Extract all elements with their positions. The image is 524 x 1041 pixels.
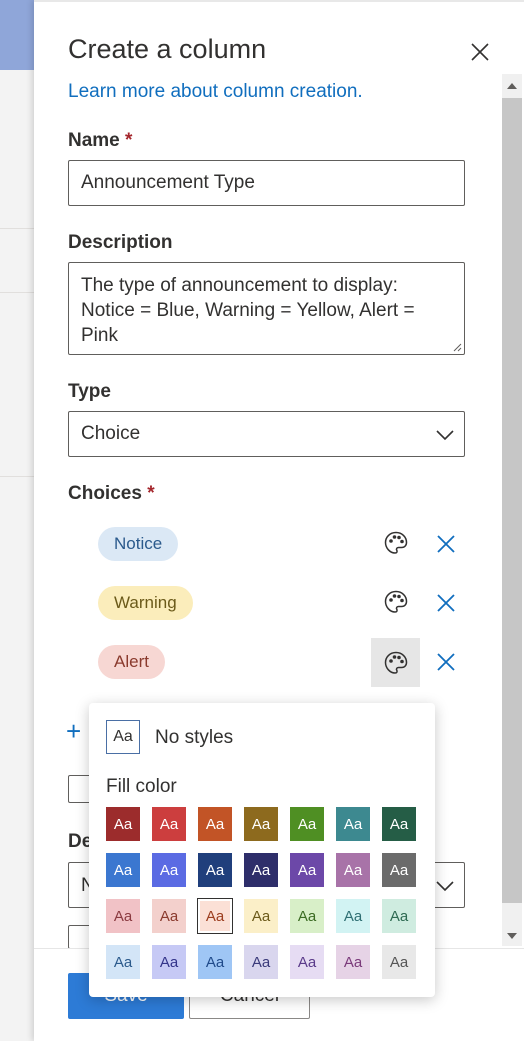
panel-title: Create a column bbox=[68, 34, 267, 64]
panel-top-edge bbox=[34, 0, 524, 2]
backdrop-divider bbox=[0, 476, 34, 477]
fill-color-swatch[interactable]: Aa bbox=[152, 807, 186, 841]
backdrop-accent bbox=[0, 0, 34, 70]
choice-pill-warning[interactable]: Warning bbox=[98, 586, 193, 620]
fill-color-swatch[interactable]: Aa bbox=[198, 945, 232, 979]
fill-color-swatch[interactable]: Aa bbox=[152, 945, 186, 979]
close-icon[interactable] bbox=[468, 40, 492, 64]
remove-choice-icon[interactable] bbox=[434, 591, 458, 615]
fill-color-swatch[interactable]: Aa bbox=[382, 807, 416, 841]
fill-color-label: Fill color bbox=[106, 776, 177, 797]
fill-color-swatch[interactable]: Aa bbox=[336, 945, 370, 979]
type-dropdown[interactable]: Choice bbox=[68, 411, 465, 457]
remove-choice-icon[interactable] bbox=[434, 532, 458, 556]
description-textarea[interactable]: The type of announcement to display: Not… bbox=[68, 262, 465, 355]
fill-color-swatch[interactable]: Aa bbox=[290, 853, 324, 887]
backdrop-divider bbox=[0, 228, 34, 229]
name-input[interactable]: Announcement Type bbox=[68, 160, 465, 206]
scrollbar[interactable] bbox=[502, 74, 522, 946]
fill-color-swatch[interactable]: Aa bbox=[152, 899, 186, 933]
required-marker: * bbox=[147, 483, 155, 504]
chevron-down-icon[interactable] bbox=[434, 424, 456, 446]
page-backdrop bbox=[0, 0, 34, 1041]
fill-color-swatch[interactable]: Aa bbox=[244, 945, 278, 979]
fill-color-swatch[interactable]: Aa bbox=[152, 853, 186, 887]
scroll-up-icon[interactable] bbox=[507, 82, 517, 90]
fill-color-swatch[interactable]: Aa bbox=[382, 945, 416, 979]
fill-color-swatch[interactable]: Aa bbox=[244, 853, 278, 887]
description-label: Description bbox=[68, 232, 173, 253]
add-choice-icon[interactable]: + bbox=[66, 716, 81, 747]
fill-color-swatch[interactable]: Aa bbox=[106, 807, 140, 841]
no-styles-label[interactable]: No styles bbox=[155, 727, 233, 749]
fill-color-swatch[interactable]: Aa bbox=[106, 899, 140, 933]
fill-color-swatch[interactable]: Aa bbox=[197, 898, 233, 934]
fill-color-swatch[interactable]: Aa bbox=[106, 853, 140, 887]
fill-color-swatch[interactable]: Aa bbox=[336, 853, 370, 887]
scrollbar-thumb[interactable] bbox=[502, 98, 522, 903]
learn-more-link[interactable]: Learn more about column creation. bbox=[68, 81, 363, 103]
fill-color-swatch[interactable]: Aa bbox=[198, 853, 232, 887]
fill-color-swatch[interactable]: Aa bbox=[106, 945, 140, 979]
fill-color-swatch[interactable]: Aa bbox=[290, 945, 324, 979]
fill-color-swatch[interactable]: Aa bbox=[244, 807, 278, 841]
choices-label: Choices * bbox=[68, 483, 155, 505]
fill-color-swatch[interactable]: Aa bbox=[290, 899, 324, 933]
description-value: The type of announcement to display: Not… bbox=[81, 275, 415, 346]
choice-pill-alert[interactable]: Alert bbox=[98, 645, 165, 679]
color-picker-popup: Aa No styles Fill color Aa Aa Aa Aa Aa Aa Aa Aa… bbox=[89, 703, 435, 997]
remove-choice-icon[interactable] bbox=[434, 650, 458, 674]
chevron-down-icon bbox=[436, 881, 454, 892]
palette-icon[interactable] bbox=[378, 584, 414, 620]
required-marker: * bbox=[125, 130, 133, 151]
scroll-down-icon[interactable] bbox=[507, 932, 517, 940]
type-dropdown-value: Choice bbox=[81, 423, 141, 444]
fill-color-swatch[interactable]: Aa bbox=[244, 899, 278, 933]
choice-pill-notice[interactable]: Notice bbox=[98, 527, 179, 561]
fill-color-swatch[interactable]: Aa bbox=[336, 807, 370, 841]
choices-label-text: Choices bbox=[68, 483, 142, 504]
name-label-text: Name bbox=[68, 130, 120, 151]
fill-color-swatch[interactable]: Aa bbox=[382, 853, 416, 887]
no-styles-swatch[interactable]: Aa bbox=[106, 720, 140, 754]
name-input-value: Announcement Type bbox=[81, 172, 255, 193]
backdrop-divider bbox=[0, 292, 34, 293]
fill-color-swatch[interactable]: Aa bbox=[336, 899, 370, 933]
type-label: Type bbox=[68, 381, 111, 402]
resize-grip-icon[interactable] bbox=[452, 342, 462, 352]
fill-color-swatch[interactable]: Aa bbox=[290, 807, 324, 841]
palette-icon[interactable] bbox=[371, 638, 420, 687]
name-label: Name * bbox=[68, 130, 132, 152]
fill-color-swatch[interactable]: Aa bbox=[198, 807, 232, 841]
palette-icon[interactable] bbox=[378, 525, 414, 561]
fill-color-swatch[interactable]: Aa bbox=[382, 899, 416, 933]
